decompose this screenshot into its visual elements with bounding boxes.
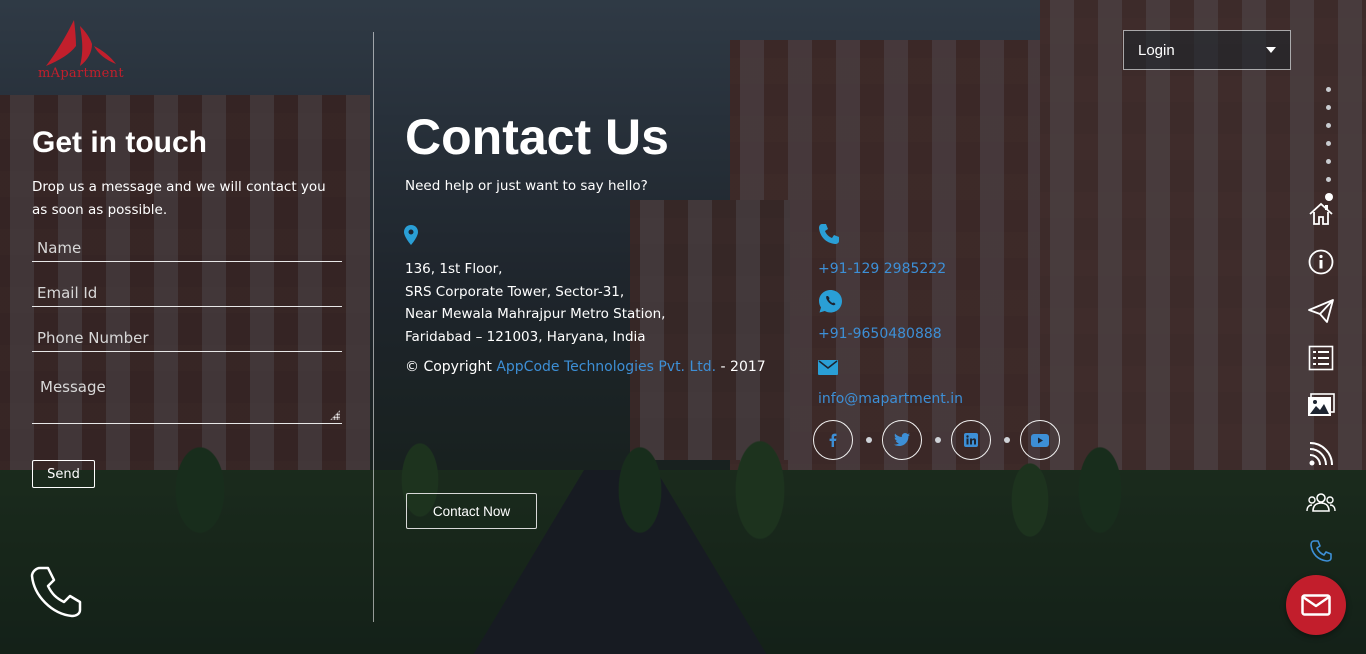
send-button[interactable]: Send [32,460,95,488]
site-logo[interactable]: mApartment [36,16,132,86]
name-field[interactable] [32,236,342,262]
location-pin-icon [404,225,418,245]
social-separator [866,437,872,443]
mail-icon [1301,594,1331,616]
email-link[interactable]: info@mapartment.in [818,391,963,407]
send-icon [1308,299,1334,323]
logo-text: mApartment [38,66,124,81]
gallery-icon [1308,393,1335,416]
phone-icon[interactable] [30,564,84,618]
nav-contact[interactable] [1305,537,1337,565]
nav-home[interactable] [1305,200,1337,228]
address-line: 136, 1st Floor, [405,261,503,277]
page-title: Contact Us [405,109,669,165]
page-subtitle: Need help or just want to say hello? [405,178,648,194]
form-title: Get in touch [32,126,207,159]
nav-team[interactable] [1305,488,1337,516]
company-link[interactable]: AppCode Technologies Pvt. Ltd. [496,359,716,375]
home-icon [1309,202,1333,225]
pager-dot[interactable] [1326,141,1331,146]
copyright: © Copyright AppCode Technologies Pvt. Lt… [405,359,766,375]
pager-dot[interactable] [1326,159,1331,164]
info-icon [1308,249,1334,275]
nav-list[interactable] [1305,344,1337,372]
logo-icon [46,20,116,66]
users-icon [1306,493,1336,512]
nav-send[interactable] [1305,297,1337,325]
contact-now-button[interactable]: Contact Now [406,493,537,529]
copyright-prefix: © Copyright [405,359,492,375]
twitter-icon [894,433,910,446]
copyright-year: - 2017 [720,359,766,375]
social-separator [935,437,941,443]
nav-about[interactable] [1305,248,1337,276]
vertical-divider [373,32,374,622]
phone-link[interactable]: +91-129 2985222 [818,261,946,277]
whatsapp-link[interactable]: +91-9650480888 [818,326,942,342]
phone-field[interactable] [32,326,342,352]
youtube-icon [1031,433,1049,447]
address: 136, 1st Floor, SRS Corporate Tower, Sec… [405,258,665,348]
nav-gallery[interactable] [1305,391,1337,419]
facebook-button[interactable] [813,420,853,460]
mail-icon [818,360,838,375]
address-line: Near Mewala Mahrajpur Metro Station, [405,306,666,322]
pager-dot[interactable] [1326,123,1331,128]
address-line: Faridabad – 121003, Haryana, India [405,328,646,345]
pager-dot[interactable] [1326,177,1331,182]
message-field[interactable] [32,376,342,424]
whatsapp-icon [818,289,843,314]
phone-icon [818,223,840,245]
list-icon [1308,345,1334,371]
pager-dot[interactable] [1326,105,1331,110]
twitter-button[interactable] [882,420,922,460]
form-description: Drop us a message and we will contact yo… [32,179,326,218]
phone-icon [1310,540,1332,562]
linkedin-icon [964,433,978,447]
login-label: Login [1138,41,1175,59]
rss-icon [1309,442,1333,466]
nav-feed[interactable] [1305,440,1337,468]
pager-dot[interactable] [1326,87,1331,92]
chevron-down-icon [1266,47,1276,53]
mail-fab-button[interactable] [1286,575,1346,635]
youtube-button[interactable] [1020,420,1060,460]
linkedin-button[interactable] [951,420,991,460]
email-field[interactable] [32,281,342,307]
social-separator [1004,437,1010,443]
login-dropdown[interactable]: Login [1123,30,1291,70]
address-line: SRS Corporate Tower, Sector-31, [405,283,625,300]
facebook-icon [829,433,837,447]
